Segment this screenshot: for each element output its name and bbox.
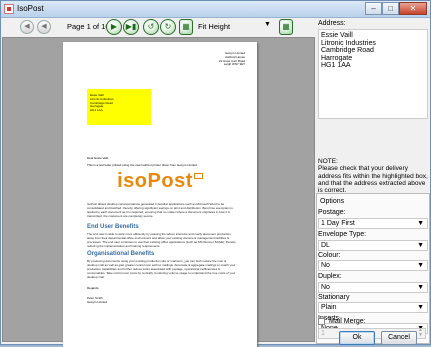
isopost-logo: isoPost <box>63 170 257 193</box>
chevron-down-icon: ▼ <box>417 242 424 249</box>
signoff-company: Isosym Limited <box>87 300 108 304</box>
ok-button[interactable]: Ok <box>339 331 375 345</box>
chevron-down-icon: ▼ <box>417 284 424 291</box>
address-line: Litronic Industries <box>321 39 376 47</box>
title-bar: IsoPost – □ ✕ <box>1 1 430 18</box>
heading-end-user: End User Benefits <box>87 224 139 230</box>
duplex-value: No <box>321 284 330 291</box>
window-title: IsoPost <box>17 4 44 13</box>
address-textarea[interactable]: Essie Vaill Litronic Industries Cambridg… <box>318 29 428 119</box>
envelope-type-value: DL <box>321 242 330 249</box>
postage-label: Postage: <box>318 209 346 216</box>
chevron-down-icon: ▼ <box>417 262 424 269</box>
address-line: Harrogate <box>321 54 353 62</box>
address-line: Cambridge Road <box>321 47 374 54</box>
postage-value: 1 Day First <box>321 220 355 227</box>
colour-label: Colour: <box>318 252 341 259</box>
duplex-label: Duplex: <box>318 273 342 280</box>
document-viewer[interactable]: Isosym Limited Ashford House 21 Hope Car… <box>2 37 315 347</box>
next-page-button[interactable]: ▶ <box>106 19 122 35</box>
envelope-type-label: Envelope Type: <box>318 231 367 238</box>
zoom-icon[interactable]: ▦ <box>279 19 293 35</box>
intro-text: This is a test letter printed using the … <box>87 163 198 167</box>
mail-merge-label: Mail Merge: <box>329 318 366 325</box>
paragraph-1: IsoPost allows desktop correspondence ge… <box>87 202 233 218</box>
address-line: HG1 1AA <box>321 62 351 69</box>
colour-value: No <box>321 262 330 269</box>
logo-text: isoPost <box>117 170 193 192</box>
regards: Regards, <box>87 286 100 290</box>
spinner-arrows-icon[interactable]: ▲ ▼ <box>418 328 423 338</box>
toolbar: ◀ ◀ Page 1 of 10 ▶ ▶▮ ↺ ↻ ▦ Fit Height ▼… <box>2 19 314 35</box>
address-highlight-box: Essie Vaill Litronic Industries Cambridg… <box>87 89 151 125</box>
sender-address: Isosym Limited Ashford House 21 Hope Car… <box>219 51 245 67</box>
window-controls: – □ ✕ <box>365 2 427 15</box>
note-text: NOTE: Please check that your delivery ad… <box>318 158 428 195</box>
stationary-select[interactable]: Plain ▼ <box>318 302 428 313</box>
address-line: Essie Vaill <box>321 32 353 39</box>
chevron-down-icon: ▼ <box>417 304 424 311</box>
options-title: Options <box>320 198 345 205</box>
minimize-button[interactable]: – <box>365 2 382 15</box>
isopost-app-icon <box>4 4 14 14</box>
salutation: Dear Essie Vaill, <box>87 156 109 160</box>
fit-page-icon[interactable]: ▦ <box>179 19 193 35</box>
last-page-button[interactable]: ▶▮ <box>123 19 139 35</box>
close-button[interactable]: ✕ <box>399 2 427 15</box>
mail-merge-value: 1 <box>321 330 325 337</box>
address-label: Address: <box>318 20 346 27</box>
chevron-down-icon: ▼ <box>417 220 424 227</box>
stationary-label: Stationary <box>318 294 350 301</box>
heading-organisational: Organisational Benefits <box>87 251 155 257</box>
sender-line: Leigh WN7 3ET <box>223 62 245 67</box>
cancel-button[interactable]: Cancel <box>381 331 417 345</box>
rotate-right-button[interactable]: ↻ <box>160 19 176 35</box>
chevron-down-icon[interactable]: ▼ <box>264 21 271 28</box>
paragraph-2: The end user is able to work more effici… <box>87 232 236 248</box>
postage-select[interactable]: 1 Day First ▼ <box>318 218 428 229</box>
paragraph-3: By producing documents using your existi… <box>87 259 236 279</box>
page-indicator: Page 1 of 10 <box>67 22 110 31</box>
mail-merge-checkbox[interactable] <box>318 318 325 325</box>
zoom-select[interactable]: Fit Height <box>198 22 230 31</box>
side-panel: Address: Essie Vaill Litronic Industries… <box>315 19 430 345</box>
envelope-icon <box>193 173 203 179</box>
recipient-line: HG1 1AA <box>90 108 103 113</box>
rotate-left-button[interactable]: ↺ <box>143 19 159 35</box>
envelope-type-select[interactable]: DL ▼ <box>318 240 428 251</box>
document-page: Isosym Limited Ashford House 21 Hope Car… <box>63 42 257 347</box>
forward-arrow-button[interactable]: ◀ <box>37 20 51 34</box>
duplex-select[interactable]: No ▼ <box>318 282 428 293</box>
maximize-button[interactable]: □ <box>382 2 399 15</box>
app-window: IsoPost – □ ✕ ◀ ◀ Page 1 of 10 ▶ ▶▮ ↺ ↻ … <box>0 0 431 347</box>
back-arrow-button[interactable]: ◀ <box>20 20 34 34</box>
stationary-value: Plain <box>321 304 337 311</box>
colour-select[interactable]: No ▼ <box>318 260 428 271</box>
